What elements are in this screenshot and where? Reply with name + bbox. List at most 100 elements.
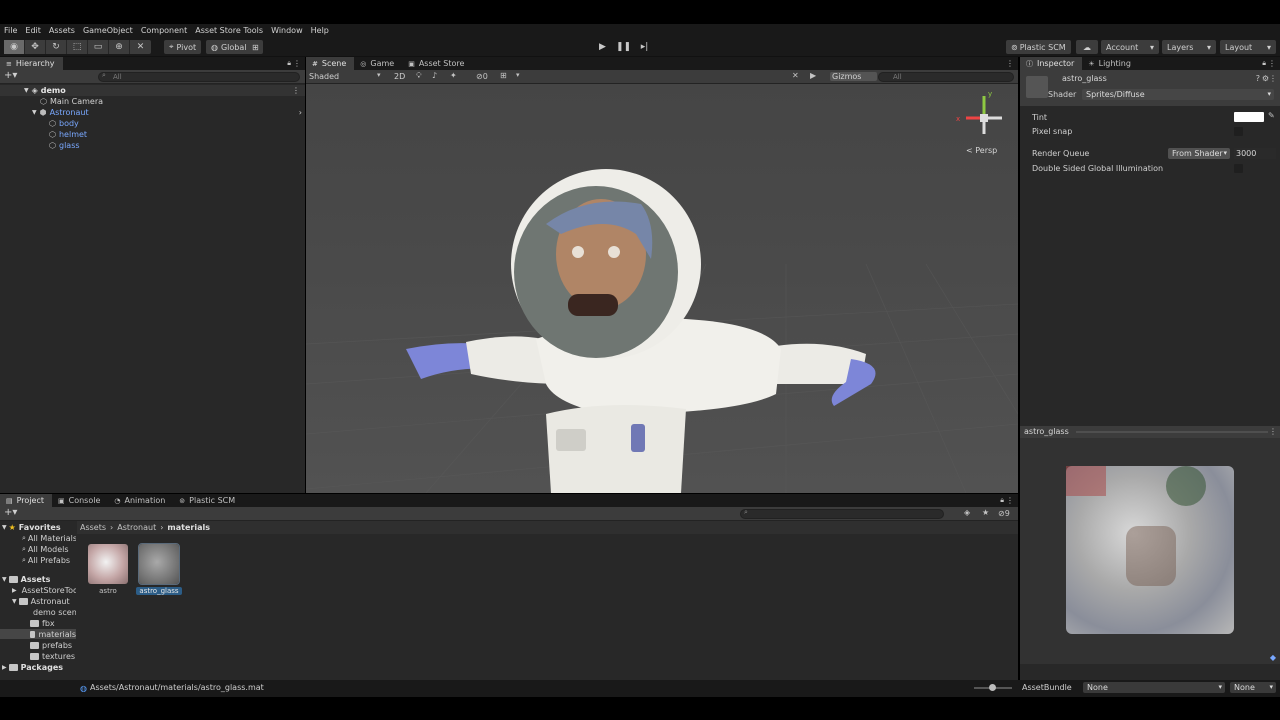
- menu-assets[interactable]: Assets: [49, 26, 75, 35]
- preview-drag-handle[interactable]: [1076, 431, 1268, 433]
- pixel-snap-checkbox[interactable]: [1234, 127, 1243, 136]
- pivot-toggle[interactable]: ⌖ Pivot: [164, 40, 202, 54]
- slider-thumb[interactable]: [989, 684, 996, 691]
- cloud-button[interactable]: ☁: [1076, 40, 1098, 54]
- layout-dropdown[interactable]: Layout ▾: [1220, 40, 1276, 54]
- tab-lighting[interactable]: ☀ Lighting: [1082, 57, 1139, 70]
- menu-component[interactable]: Component: [141, 26, 187, 35]
- view-tool-icon[interactable]: ◉: [4, 40, 25, 54]
- transform-tool-icon[interactable]: ⊕: [109, 40, 130, 54]
- lock-icon[interactable]: 🔒︎: [1262, 59, 1266, 68]
- render-queue-mode-dropdown[interactable]: From Shader: [1168, 148, 1230, 159]
- global-toggle[interactable]: ◍ Global: [206, 40, 252, 54]
- project-search-input[interactable]: [740, 509, 944, 519]
- menu-asset-store-tools[interactable]: Asset Store Tools: [195, 26, 263, 35]
- more-icon[interactable]: ⋮: [293, 59, 301, 68]
- shading-mode-dropdown[interactable]: Shaded: [309, 72, 339, 81]
- settings-icon[interactable]: ⚙: [1262, 74, 1269, 83]
- plastic-scm-button[interactable]: ⊚ Plastic SCM: [1006, 40, 1071, 54]
- grid-snap-button[interactable]: ⊞: [248, 40, 263, 54]
- tools-icon[interactable]: ✕: [792, 71, 799, 80]
- gizmos-dropdown[interactable]: Gizmos: [830, 72, 878, 81]
- folder-fbx[interactable]: fbx: [30, 618, 76, 628]
- rect-tool-icon[interactable]: ▭: [88, 40, 109, 54]
- asset-astro-label[interactable]: astro: [88, 587, 128, 595]
- star-icon[interactable]: ★: [982, 508, 989, 517]
- tab-hierarchy[interactable]: ≡ Hierarchy: [0, 57, 63, 70]
- tint-color-field[interactable]: [1234, 112, 1264, 122]
- grid-icon[interactable]: ⊞: [500, 71, 507, 80]
- tab-inspector[interactable]: ⓘ Inspector: [1020, 57, 1083, 70]
- favorites-row[interactable]: ▼ ★ Favorites: [2, 522, 76, 532]
- tab-plastic-scm[interactable]: ⊚ Plastic SCM: [173, 494, 243, 507]
- tab-project[interactable]: ▤ Project: [0, 494, 52, 507]
- preview-area[interactable]: ◆: [1020, 438, 1280, 664]
- favorite-all-models[interactable]: ⌕ All Models: [22, 544, 76, 554]
- more-icon[interactable]: ⋮: [1269, 427, 1277, 436]
- scene-root-row[interactable]: ▼ ◈ demo ⋮: [0, 85, 305, 96]
- breadcrumb-assets[interactable]: Assets: [80, 523, 106, 532]
- hierarchy-item-main-camera[interactable]: ⬡ Main Camera: [40, 96, 103, 107]
- breadcrumb-materials[interactable]: materials: [167, 523, 210, 532]
- assets-root-row[interactable]: ▼ Assets: [2, 574, 76, 584]
- move-tool-icon[interactable]: ✥: [25, 40, 46, 54]
- hidden-objects-icon[interactable]: ⊘0: [476, 72, 488, 81]
- folder-textures[interactable]: textures: [30, 651, 76, 661]
- light-icon[interactable]: 💡︎: [416, 71, 422, 81]
- add-icon[interactable]: +▾: [4, 507, 17, 518]
- hidden-packages-icon[interactable]: ⊘9: [998, 509, 1010, 518]
- 2d-toggle[interactable]: 2D: [394, 72, 405, 81]
- asset-astro-glass-thumbnail[interactable]: [138, 543, 180, 585]
- scene-viewport[interactable]: y x < Persp: [306, 84, 1018, 493]
- add-icon[interactable]: +▾: [4, 70, 17, 81]
- breadcrumb-astronaut[interactable]: Astronaut: [117, 523, 156, 532]
- hierarchy-search-input[interactable]: All: [98, 72, 300, 82]
- folder-assetstoretools[interactable]: ▶ AssetStoreTools: [12, 585, 76, 595]
- effects-icon[interactable]: ✦: [450, 71, 457, 80]
- shader-dropdown[interactable]: Sprites/Diffuse: [1082, 89, 1274, 100]
- menu-help[interactable]: Help: [311, 26, 329, 35]
- filter-type-icon[interactable]: ◈: [964, 508, 970, 517]
- hierarchy-item-glass[interactable]: ⬡ glass: [49, 140, 80, 151]
- menu-edit[interactable]: Edit: [25, 26, 41, 35]
- assetbundle-variant-dropdown[interactable]: None: [1230, 682, 1276, 693]
- more-icon[interactable]: ⋮: [1006, 496, 1014, 505]
- folder-prefabs[interactable]: prefabs: [30, 640, 76, 650]
- packages-root-row[interactable]: ▶ Packages: [2, 662, 76, 672]
- camera-icon[interactable]: ▶︎: [810, 71, 816, 80]
- hierarchy-item-astronaut[interactable]: ▼ ⬢ Astronaut ›: [32, 107, 305, 118]
- scale-tool-icon[interactable]: ⬚: [67, 40, 88, 54]
- favorite-all-prefabs[interactable]: ⌕ All Prefabs: [22, 555, 76, 565]
- tab-game[interactable]: ◎ Game: [354, 57, 402, 70]
- folder-materials[interactable]: materials: [0, 629, 76, 639]
- more-icon[interactable]: ⋮: [1268, 59, 1276, 68]
- more-icon[interactable]: ⋮: [1269, 74, 1277, 83]
- folder-demo-scene[interactable]: demo scene: [30, 607, 76, 617]
- tab-console[interactable]: ▣ Console: [52, 494, 108, 507]
- asset-astro-thumbnail[interactable]: [88, 544, 128, 584]
- menu-file[interactable]: File: [4, 26, 17, 35]
- double-sided-gi-checkbox[interactable]: [1234, 164, 1243, 173]
- layers-dropdown[interactable]: Layers ▾: [1162, 40, 1216, 54]
- step-icon[interactable]: ▸|: [634, 40, 655, 54]
- chevron-right-icon[interactable]: ›: [299, 108, 302, 117]
- persp-label[interactable]: < Persp: [966, 146, 997, 155]
- audio-icon[interactable]: ♪: [432, 71, 437, 80]
- menu-window[interactable]: Window: [271, 26, 303, 35]
- folder-astronaut[interactable]: ▼ Astronaut: [12, 596, 76, 606]
- account-dropdown[interactable]: Account ▾: [1101, 40, 1159, 54]
- render-queue-input[interactable]: 3000: [1234, 148, 1276, 159]
- scene-search-input[interactable]: All: [878, 72, 1014, 82]
- favorite-all-materials[interactable]: ⌕ All Materials: [22, 533, 76, 543]
- pause-icon[interactable]: ❚❚: [613, 40, 634, 54]
- menu-gameobject[interactable]: GameObject: [83, 26, 133, 35]
- hierarchy-item-helmet[interactable]: ⬡ helmet: [49, 129, 87, 140]
- asset-astro-glass-label[interactable]: astro_glass: [136, 587, 182, 595]
- more-icon[interactable]: ⋮: [1006, 59, 1014, 68]
- lock-icon[interactable]: 🔒︎: [1000, 496, 1004, 505]
- tab-scene[interactable]: # Scene: [306, 57, 355, 70]
- assetbundle-dropdown[interactable]: None: [1083, 682, 1225, 693]
- rotate-tool-icon[interactable]: ↻: [46, 40, 67, 54]
- tag-icon[interactable]: ◆: [1270, 653, 1276, 662]
- help-icon[interactable]: ?: [1256, 74, 1260, 83]
